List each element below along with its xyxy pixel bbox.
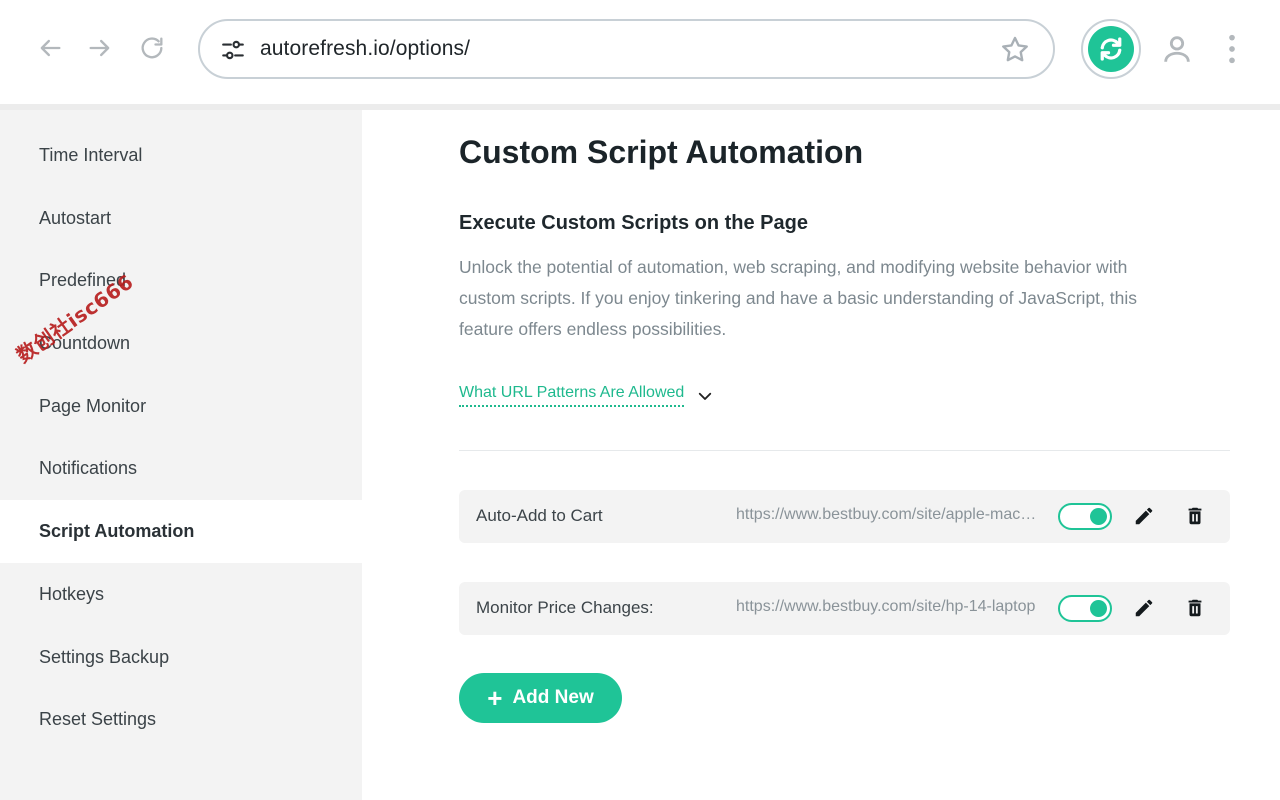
page-title: Custom Script Automation xyxy=(459,134,864,170)
section-description: Unlock the potential of automation, web … xyxy=(459,257,1137,339)
trash-icon[interactable] xyxy=(1184,597,1206,619)
more-menu-icon[interactable] xyxy=(1222,32,1242,66)
arrow-right-icon xyxy=(89,39,110,57)
reload-button[interactable] xyxy=(134,30,170,66)
add-new-script-button[interactable]: + Add New xyxy=(459,673,622,723)
sidebar-item-autostart[interactable]: Autostart xyxy=(0,187,362,250)
sidebar-item-label: Reset Settings xyxy=(39,709,157,729)
sidebar-item-label: Script Automation xyxy=(39,521,195,541)
site-settings-icon[interactable] xyxy=(220,37,246,63)
section-divider xyxy=(459,450,1230,451)
sidebar-item-label: Notifications xyxy=(39,458,138,478)
main-content: Custom Script Automation Execute Custom … xyxy=(362,110,1280,800)
reload-icon xyxy=(141,37,163,59)
bookmark-star-icon[interactable] xyxy=(999,34,1031,66)
sidebar-item-reset-settings[interactable]: Reset Settings xyxy=(0,688,362,751)
sidebar-item-label: Settings Backup xyxy=(39,647,170,667)
script-name: Auto-Add to Cart xyxy=(476,506,603,525)
address-bar[interactable]: autorefresh.io/options/ xyxy=(198,19,1055,79)
profile-icon[interactable] xyxy=(1160,32,1194,66)
script-name: Monitor Price Changes: xyxy=(476,598,654,617)
add-new-label: Add New xyxy=(512,687,594,708)
url-patterns-link[interactable]: What URL Patterns Are Allowed xyxy=(459,384,685,407)
sidebar-item-page-monitor[interactable]: Page Monitor xyxy=(0,375,362,438)
script-enabled-toggle[interactable] xyxy=(1058,503,1112,530)
toggle-knob xyxy=(1090,600,1107,617)
sidebar-item-notifications[interactable]: Notifications xyxy=(0,437,362,500)
sidebar-item-settings-backup[interactable]: Settings Backup xyxy=(0,626,362,689)
sidebar-item-script-automation[interactable]: Script Automation xyxy=(0,500,362,563)
script-row: Auto-Add to Cart https://www.bestbuy.com… xyxy=(459,490,1230,543)
script-row: Monitor Price Changes: https://www.bestb… xyxy=(459,582,1230,635)
script-url: https://www.bestbuy.com/site/apple-macbo… xyxy=(736,506,1041,523)
url-patterns-disclosure[interactable]: What URL Patterns Are Allowed xyxy=(459,384,714,407)
refresh-icon xyxy=(1100,37,1122,61)
sidebar-item-label: Autostart xyxy=(39,208,112,228)
script-enabled-toggle[interactable] xyxy=(1058,595,1112,622)
sidebar-item-label: Hotkeys xyxy=(39,584,105,604)
autorefresh-extension-button[interactable] xyxy=(1081,19,1141,79)
pencil-icon[interactable] xyxy=(1133,597,1155,619)
sidebar-item-label: Page Monitor xyxy=(39,396,147,416)
script-url: https://www.bestbuy.com/site/hp-14-lapto… xyxy=(736,598,1036,615)
trash-icon[interactable] xyxy=(1184,505,1206,527)
sidebar-item-label: Time Interval xyxy=(39,145,143,165)
options-sidebar: Time Interval Autostart Predefined Count… xyxy=(0,110,362,800)
sidebar-item-hotkeys[interactable]: Hotkeys xyxy=(0,563,362,626)
chevron-down-icon[interactable] xyxy=(696,387,714,405)
url-text[interactable]: autorefresh.io/options/ xyxy=(260,37,470,61)
sidebar-item-predefined[interactable]: Predefined xyxy=(0,249,362,312)
toggle-knob xyxy=(1090,508,1107,525)
arrow-left-icon xyxy=(40,39,61,57)
pencil-icon[interactable] xyxy=(1133,505,1155,527)
browser-toolbar: autorefresh.io/options/ xyxy=(0,0,1280,105)
plus-icon: + xyxy=(487,683,503,713)
section-title: Execute Custom Scripts on the Page xyxy=(459,212,808,234)
sidebar-item-time-interval[interactable]: Time Interval xyxy=(0,124,362,187)
back-button[interactable] xyxy=(32,30,68,66)
forward-button[interactable] xyxy=(82,30,118,66)
